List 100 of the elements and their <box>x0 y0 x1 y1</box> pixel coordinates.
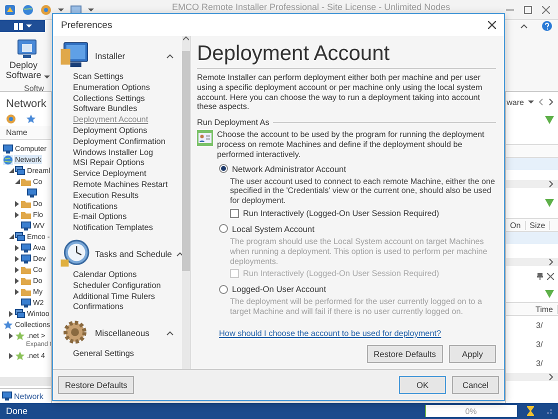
nav-item[interactable]: E-mail Options <box>59 212 182 224</box>
chevron-right-icon[interactable] <box>548 258 554 266</box>
radio-button[interactable] <box>219 224 228 234</box>
close-icon[interactable] <box>488 21 496 29</box>
dialog-button[interactable]: OK <box>399 376 446 394</box>
file-tab[interactable] <box>0 20 45 32</box>
group-title[interactable]: Installer <box>95 51 162 61</box>
radio-label[interactable]: Local System Account <box>232 224 314 234</box>
page-heading: Deployment Account <box>197 42 496 69</box>
book-icon <box>14 22 22 30</box>
panel-header: ware <box>506 98 524 106</box>
collapsed-arrow-icon[interactable] <box>15 266 19 272</box>
option-description: The user account used to connect to each remote Machine, either the one specified in the 'Credentials' view or the current one, should also be used for deployment. <box>229 176 496 206</box>
user-card-icon <box>197 130 213 146</box>
help-link[interactable]: How should I choose the account to be used for deployment? <box>197 328 496 338</box>
nav-item[interactable]: MSI Repair Options <box>59 158 182 170</box>
group-title[interactable]: Tasks and Schedule <box>95 248 172 259</box>
filter-icon[interactable] <box>545 116 554 124</box>
progress-bar: 0% <box>425 405 517 417</box>
chevron-right-icon[interactable] <box>548 373 554 381</box>
collapsed-arrow-icon[interactable] <box>15 212 19 218</box>
table-cell: 3/ <box>536 321 543 330</box>
checkbox-label: Run Interactively (Logged-On User Session Required) <box>243 269 440 278</box>
nav-item[interactable]: Collections Settings <box>59 94 182 104</box>
filter-icon[interactable] <box>545 199 554 207</box>
nav-item[interactable]: Scan Settings <box>59 72 182 83</box>
chevron-right-icon[interactable] <box>548 180 554 188</box>
hourglass-icon <box>527 406 534 416</box>
caret-down-icon[interactable] <box>44 74 50 80</box>
collapsed-arrow-icon[interactable] <box>15 256 19 262</box>
nav-item[interactable]: Deployment Options <box>59 126 182 137</box>
collapse-ribbon-icon[interactable] <box>520 23 528 29</box>
nav-item[interactable]: Notification Templates <box>59 223 182 234</box>
dialog-button[interactable]: Cancel <box>452 376 499 394</box>
section-label: Run Deployment As <box>197 118 496 128</box>
close-icon[interactable] <box>547 272 554 280</box>
collapsed-arrow-icon[interactable] <box>15 278 19 284</box>
panel-title: Network <box>5 97 48 112</box>
help-icon[interactable] <box>542 21 552 31</box>
radio-button[interactable] <box>219 164 228 174</box>
collapsed-arrow-icon[interactable] <box>15 200 19 206</box>
collapse-chevron-icon[interactable] <box>166 53 174 59</box>
collapse-chevron-icon[interactable] <box>176 250 182 257</box>
collapse-chevron-icon[interactable] <box>166 330 174 336</box>
collapsed-arrow-icon[interactable] <box>9 332 13 338</box>
collapsed-arrow-icon[interactable] <box>15 244 19 250</box>
nav-item[interactable]: General Settings <box>59 349 182 360</box>
group-title[interactable]: Miscellaneous <box>95 328 162 338</box>
collapsed-arrow-icon[interactable] <box>9 310 13 316</box>
nav-item[interactable]: Service Deployment <box>59 169 182 180</box>
collapsed-arrow-icon[interactable] <box>15 288 19 294</box>
nav-item[interactable]: Notifications <box>59 202 182 212</box>
option-description: The deployment will be performed for the user currently logged on to a target Machine and will fail if there is no user currently logged on. <box>229 297 483 317</box>
nav-item[interactable]: Additional Time Rulers <box>59 292 182 302</box>
expanded-arrow-icon[interactable] <box>14 179 20 184</box>
column-header: Size <box>526 220 550 230</box>
scroll-up-icon[interactable] <box>183 36 189 41</box>
nav-item[interactable]: Remote Machines Restart <box>59 180 182 191</box>
nav-item[interactable]: Scheduler Configuration <box>59 280 182 292</box>
radio-label[interactable]: Logged-On User Account <box>232 284 326 294</box>
scrollbar[interactable] <box>506 373 558 381</box>
nav-item[interactable]: Enumeration Options <box>59 82 182 94</box>
window-title: EMCO Remote Installer Professional - Site License - Unlimited Nodes <box>172 1 452 12</box>
column-header: Time <box>532 304 558 314</box>
page-button[interactable]: Restore Defaults <box>366 345 443 363</box>
pin-icon[interactable] <box>537 272 543 280</box>
app-icon[interactable] <box>4 4 16 16</box>
status-text: Done <box>6 406 28 416</box>
scrollbar[interactable] <box>506 180 558 188</box>
deploy-software-button[interactable]: Deploy Software <box>4 38 50 80</box>
checkbox[interactable] <box>230 208 239 218</box>
expanded-arrow-icon[interactable] <box>8 168 14 173</box>
collapsed-arrow-icon[interactable] <box>9 352 13 358</box>
caret-down-icon[interactable] <box>26 23 32 29</box>
nav-item[interactable]: Calendar Options <box>59 270 182 281</box>
nav-item[interactable]: Execution Results <box>59 190 182 202</box>
checkbox-label[interactable]: Run Interactively (Logged-On User Session Required) <box>243 208 440 218</box>
description-text: Remote Installer can perform deployment either both per machine and per user using a specific deployment account or per machine only using the local system account. Here you can choose the way to run a deployment taking into account these aspects. <box>197 73 484 112</box>
scrollbar[interactable] <box>506 258 558 266</box>
nav-item[interactable]: Deployment Confirmation <box>59 136 182 148</box>
window-icon[interactable] <box>70 4 82 16</box>
nav-item[interactable]: Windows Installer Log <box>59 148 182 158</box>
radio-label[interactable]: Network Administrator Account <box>232 164 346 174</box>
dialog-title: Preferences <box>61 20 114 30</box>
nav-item[interactable]: Software Bundles <box>59 104 182 116</box>
resize-grip-icon[interactable] <box>546 408 552 414</box>
instruction-text: Choose the account to be used by the program for running the deployment process on remote Machines and define if the deployment should be performed interactively. <box>217 130 486 160</box>
chevron-right-icon[interactable] <box>548 98 554 106</box>
scrollbar[interactable] <box>0 377 51 386</box>
radio-button[interactable] <box>219 284 228 294</box>
star-icon[interactable] <box>26 114 36 124</box>
caret-down-icon[interactable] <box>528 99 534 105</box>
dialog-button[interactable]: Restore Defaults <box>58 376 134 394</box>
nav-item[interactable]: Confirmations <box>59 302 182 314</box>
table-cell: 3/ <box>536 359 543 368</box>
expanded-arrow-icon[interactable] <box>8 234 14 239</box>
scrollbar[interactable] <box>182 36 190 369</box>
maximize-icon[interactable] <box>524 6 532 14</box>
page-button[interactable]: Apply <box>449 345 496 363</box>
filter-icon[interactable] <box>545 290 554 298</box>
